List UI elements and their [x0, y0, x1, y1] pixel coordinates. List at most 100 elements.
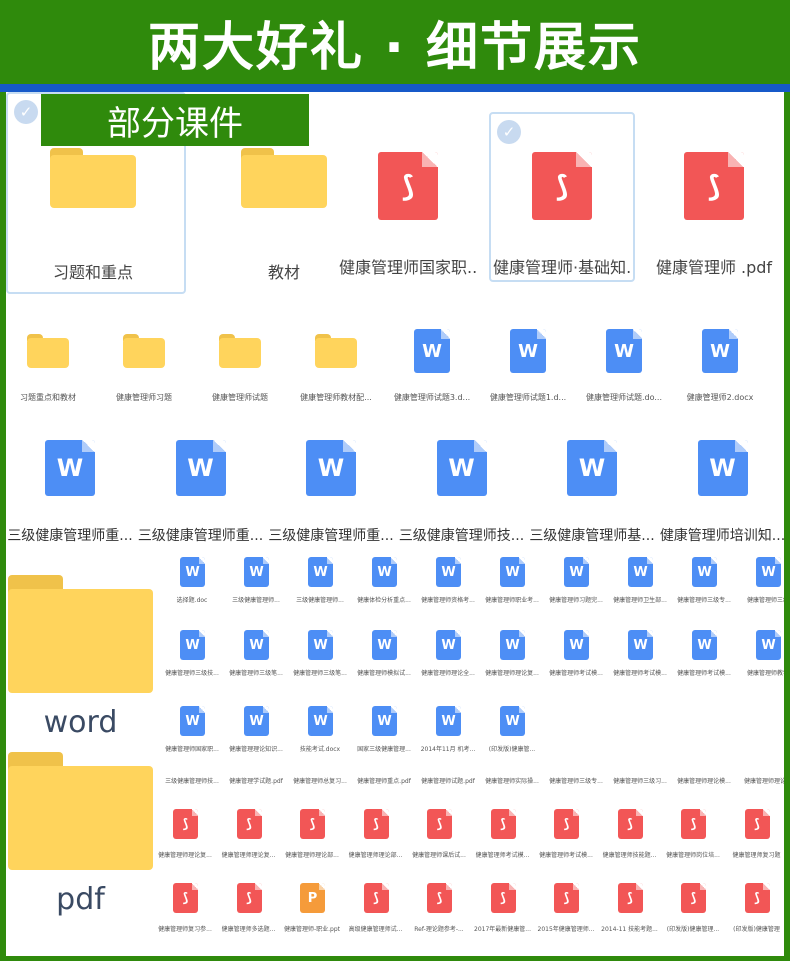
pdf-file-icon: ⟆ [681, 809, 706, 839]
file-name-label: 三级健康管理师... [232, 597, 280, 604]
file-name-label: 健康管理师卫生部... [613, 597, 667, 604]
file-name-label: 2014年11月 机考... [420, 746, 476, 753]
file-glyph: W [448, 454, 475, 482]
file-glyph: W [56, 454, 84, 482]
file-glyph: W [578, 454, 606, 482]
pdf-file-icon: ⟆ [363, 883, 389, 913]
pdf-file-icon: ⟆ [300, 809, 325, 839]
file-name-label: 健康管理师考试模... [475, 852, 530, 859]
file-glyph: ⟆ [500, 890, 506, 906]
file-name-label: 健康管理师课后试... [412, 852, 466, 859]
word-doc-icon: W [306, 440, 356, 496]
file-glyph: W [313, 713, 328, 729]
word-doc-icon: W [180, 557, 205, 587]
file-name-label: 健康管理师三级专... [549, 778, 603, 785]
pdf-file-icon: ⟆ [173, 809, 198, 839]
checkmark-icon[interactable]: ✓ [14, 100, 38, 124]
file-name-label: 健康管理师复习题 [732, 852, 781, 859]
file-name-label: 国家三级健康管理... [357, 746, 411, 753]
file-glyph: W [697, 637, 712, 653]
file-name-label: 健康管理师试题 [212, 393, 268, 402]
word-doc-icon: W [436, 557, 461, 587]
file-glyph: ⟆ [627, 816, 633, 832]
file-name-label: 健康管理师国家职... [165, 746, 219, 753]
file-name-label: 健康管理师试题.pdf [421, 778, 475, 785]
file-glyph: ⟆ [627, 890, 633, 906]
file-glyph: ⟆ [373, 816, 379, 832]
file-glyph: ⟆ [563, 890, 570, 906]
file-name-label: 习题和重点 [52, 263, 133, 282]
file-name-label: 健康管理师教学 [746, 670, 784, 677]
file-name-label: 健康管理师考试模... [677, 670, 731, 677]
file-glyph: W [185, 637, 200, 653]
word-doc-icon: W [567, 440, 617, 496]
file-glyph: W [441, 637, 456, 653]
word-doc-icon: W [244, 630, 269, 660]
word-doc-icon: W [756, 557, 781, 587]
folder-icon [241, 148, 327, 208]
file-glyph: ⟆ [754, 890, 760, 906]
folder-body [123, 338, 165, 368]
file-name-label: 健康管理师职业考... [485, 597, 539, 604]
folder-body [27, 338, 69, 368]
pdf-file-icon: ⟆ [427, 809, 452, 839]
file-name-label: 三级健康管理师... [296, 597, 344, 604]
file-glyph: W [377, 564, 392, 580]
word-doc-icon: W [628, 630, 653, 660]
banner-title: 两大好礼 · 细节展示 [148, 17, 642, 78]
file-name-label: 健康管理师三级笔... [229, 670, 283, 677]
word-doc-icon: W [45, 440, 95, 496]
file-glyph: W [441, 713, 456, 729]
file-glyph: W [377, 713, 392, 729]
word-doc-icon: W [244, 706, 269, 736]
file-glyph: W [761, 637, 776, 653]
file-glyph: ⟆ [309, 816, 316, 832]
checkmark-icon[interactable]: ✓ [497, 120, 521, 144]
word-doc-icon: W [500, 630, 525, 660]
file-name-label: 健康管理师习题 [116, 393, 172, 402]
header-banner: 两大好礼 · 细节展示 [0, 0, 790, 84]
file-name-label: 健康管理师多选题... [221, 926, 276, 933]
file-glyph: W [709, 454, 736, 482]
word-doc-icon: W [436, 630, 461, 660]
file-glyph: ⟆ [246, 816, 252, 832]
word-doc-icon: W [702, 329, 738, 373]
word-doc-icon: W [372, 706, 397, 736]
file-name-label: 健康管理师三级 [746, 597, 784, 604]
file-name-label: 健康管理师 .pdf [655, 258, 773, 277]
file-name-label: 三级健康管理师重... [7, 528, 133, 544]
word-doc-icon: W [606, 329, 642, 373]
file-name-label: 健康管理师重点.pdf [357, 778, 411, 785]
file-name-label: 健康管理师三级专... [677, 597, 731, 604]
file-glyph: W [249, 713, 264, 729]
pdf-file-icon: ⟆ [236, 883, 262, 913]
file-glyph: W [505, 637, 520, 653]
word-doc-icon: W [372, 630, 397, 660]
pdf-file-icon: ⟆ [378, 152, 438, 220]
file-glyph: W [518, 340, 538, 362]
file-name-label: 选择题.doc [176, 597, 208, 604]
word-doc-icon: W [414, 329, 450, 373]
file-glyph: W [633, 564, 648, 580]
pdf-file-icon: ⟆ [744, 883, 770, 913]
word-doc-icon: W [308, 557, 333, 587]
file-name-label: 健康管理师三级笔... [293, 670, 347, 677]
word-doc-icon: W [175, 440, 226, 496]
file-name-label: 健康管理师理论部... [285, 852, 339, 859]
file-glyph: W [249, 564, 264, 580]
file-glyph: W [614, 340, 634, 362]
folder-icon [50, 148, 136, 208]
file-glyph: W [422, 340, 442, 362]
word-doc-icon: W [692, 557, 717, 587]
folder-icon [219, 334, 261, 368]
category-label: word [43, 705, 118, 740]
word-doc-icon: W [564, 630, 589, 660]
file-name-label: 健康管理师实际操... [485, 778, 539, 785]
file-glyph: ⟆ [182, 816, 189, 832]
file-name-label: 三级健康管理师技... [398, 528, 525, 544]
file-name-label: 教材 [267, 263, 300, 282]
file-name-label: 健康管理师国家职... [339, 258, 477, 277]
file-name-label: 健康管理师模拟试... [357, 670, 411, 677]
folder-icon [27, 334, 69, 368]
pdf-file-icon: ⟆ [617, 809, 643, 839]
